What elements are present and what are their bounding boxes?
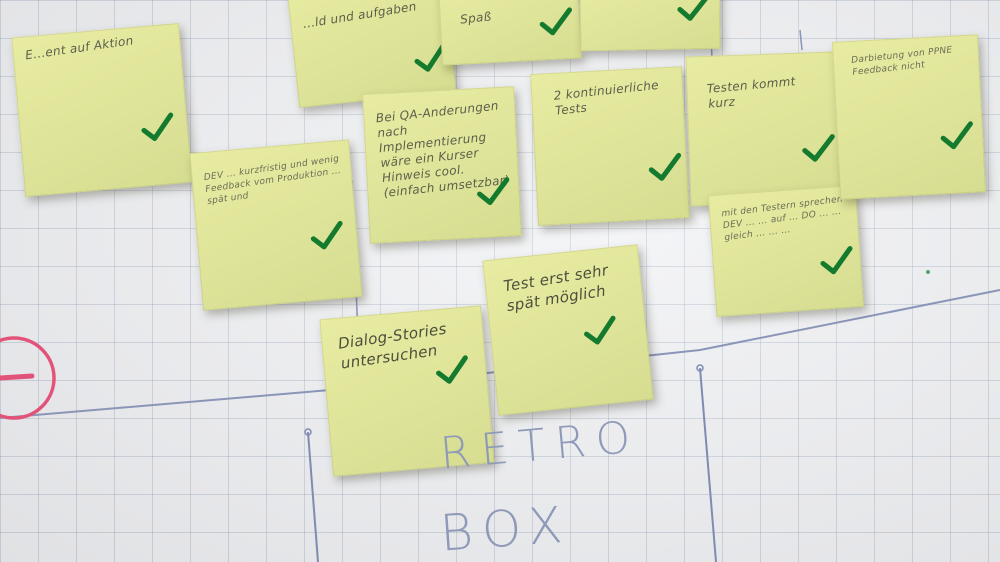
whiteboard: E...ent auf Aktion ...ld und aufgaben Sp…: [0, 0, 1000, 562]
sticky-note: E...ent auf Aktion: [11, 22, 193, 198]
check-mark-icon: [141, 112, 174, 142]
sticky-note-text: 2 kontinuierliche Tests: [552, 77, 660, 118]
vertical-line-left: [307, 431, 319, 562]
check-mark-icon: [436, 355, 468, 384]
sticky-note: mit den Testern sprechen DEV ... ... auf…: [707, 184, 865, 318]
sticky-note: 2 kontinuierliche Tests: [530, 66, 690, 226]
sticky-note: Spaß: [437, 0, 583, 66]
sticky-note: DEV ... kurzfristig und wenig Feedback v…: [189, 139, 363, 311]
vertical-line-top2: [799, 29, 803, 51]
check-mark-icon: [539, 7, 572, 36]
sticky-note: [579, 0, 721, 52]
sticky-note: Darbietung von PPNE Feedback nicht: [831, 34, 987, 200]
sticky-note: Testen kommt kurz: [685, 51, 841, 207]
check-mark-icon: [584, 315, 616, 345]
sticky-note-text: Darbietung von PPNE Feedback nicht: [850, 45, 954, 78]
sticky-note-text: mit den Testern sprechen DEV ... ... auf…: [720, 194, 844, 244]
check-mark-icon: [940, 121, 973, 150]
check-mark-icon: [677, 0, 711, 21]
board-title-line2: BOX: [438, 495, 575, 562]
vertical-line-right: [699, 367, 717, 562]
check-mark-icon: [477, 177, 510, 206]
sticky-note-text: E...ent auf Aktion: [24, 33, 135, 63]
sticky-note-text: Testen kommt kurz: [706, 74, 797, 111]
pink-minus-bar: [0, 373, 35, 381]
sticky-note-text: DEV ... kurzfristig und wenig Feedback v…: [203, 154, 342, 207]
check-mark-icon: [802, 134, 835, 162]
sticky-note: Test erst sehr spät möglich: [482, 244, 654, 416]
check-mark-icon: [648, 152, 682, 181]
sticky-note-text: Test erst sehr spät möglich: [502, 261, 610, 316]
sticky-note: Bei QA-Anderungen nach Implementierung w…: [362, 86, 522, 244]
sticky-note-text: ...ld und aufgaben: [301, 0, 418, 31]
check-mark-icon: [310, 220, 343, 250]
check-mark-icon: [820, 246, 853, 275]
